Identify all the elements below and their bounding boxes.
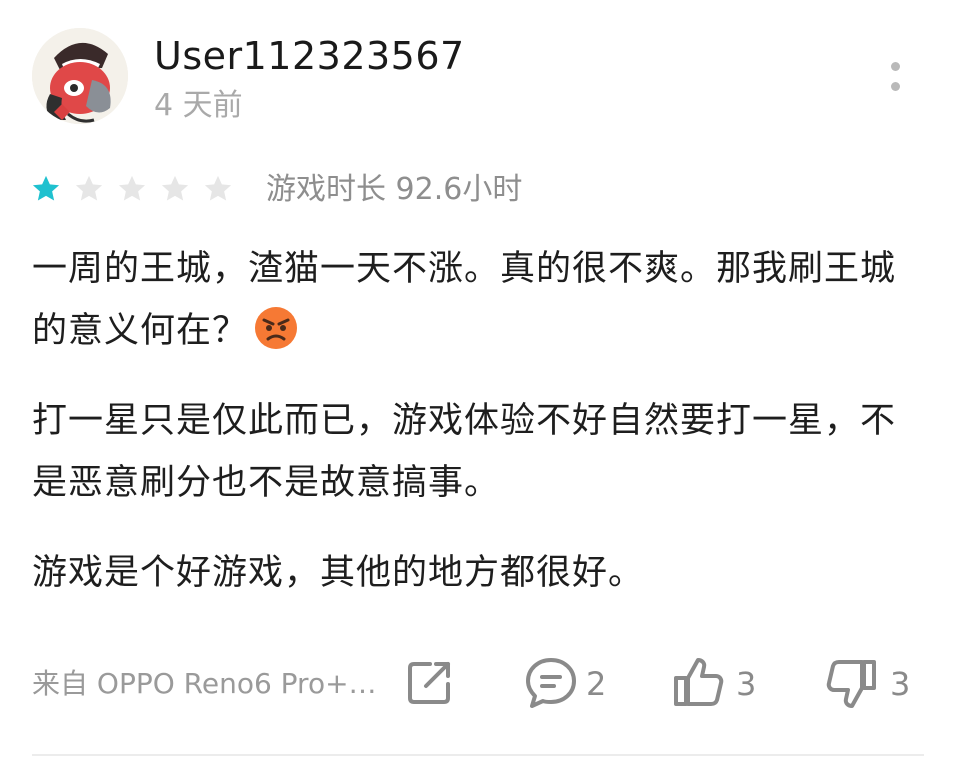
star-icon-empty — [161, 175, 189, 201]
avatar[interactable] — [32, 28, 128, 124]
star-icon-empty — [204, 175, 232, 201]
like-button[interactable]: 3 — [672, 656, 762, 712]
rating-row: 游戏时长 92.6小时 — [30, 170, 930, 210]
thumbs-up-icon — [674, 658, 724, 706]
review-paragraph: 游戏是个好游戏，其他的地方都很好。 — [32, 553, 645, 593]
playtime-label: 游戏时长 92.6小时 — [266, 172, 523, 207]
star-icon-empty — [75, 175, 103, 201]
more-options-button[interactable] — [882, 58, 910, 98]
share-icon — [408, 662, 450, 704]
device-label: 来自 OPPO Reno6 Pro+… — [32, 667, 377, 700]
comment-count: 2 — [586, 665, 607, 703]
dislike-count: 3 — [890, 665, 911, 703]
review-content: 一周的王城，渣猫一天不涨。真的很不爽。那我刷王城的意义何在？ 打一星只是仅此而已… — [32, 238, 927, 632]
review-paragraph-text: 一周的王城，渣猫一天不涨。真的很不爽。那我刷王城的意义何在？ — [32, 249, 897, 351]
username[interactable]: User112323567 — [154, 34, 465, 78]
more-vertical-icon — [891, 62, 900, 71]
star-icon-empty — [118, 175, 146, 201]
dislike-button[interactable]: 3 — [824, 656, 920, 712]
divider — [32, 754, 924, 756]
review-card: User112323567 4 天前 游戏时长 92.6小时 一周的王城，渣猫一… — [0, 0, 956, 761]
star-icon-filled — [32, 175, 60, 201]
share-button[interactable] — [404, 656, 460, 712]
review-time: 4 天前 — [154, 88, 243, 123]
avatar-image — [32, 28, 128, 124]
review-paragraph: 打一星只是仅此而已，游戏体验不好自然要打一星，不是恶意刷分也不是故意搞事。 — [32, 401, 897, 503]
angry-face-emoji — [255, 307, 298, 349]
review-footer: 来自 OPPO Reno6 Pro+… 2 3 3 — [32, 650, 924, 720]
review-paragraph: 一周的王城，渣猫一天不涨。真的很不爽。那我刷王城的意义何在？ — [32, 238, 927, 362]
like-count: 3 — [736, 665, 757, 703]
thumbs-down-icon — [826, 660, 876, 708]
review-header: User112323567 4 天前 — [32, 28, 924, 128]
comment-icon — [526, 658, 576, 708]
comment-button[interactable]: 2 — [524, 656, 614, 712]
